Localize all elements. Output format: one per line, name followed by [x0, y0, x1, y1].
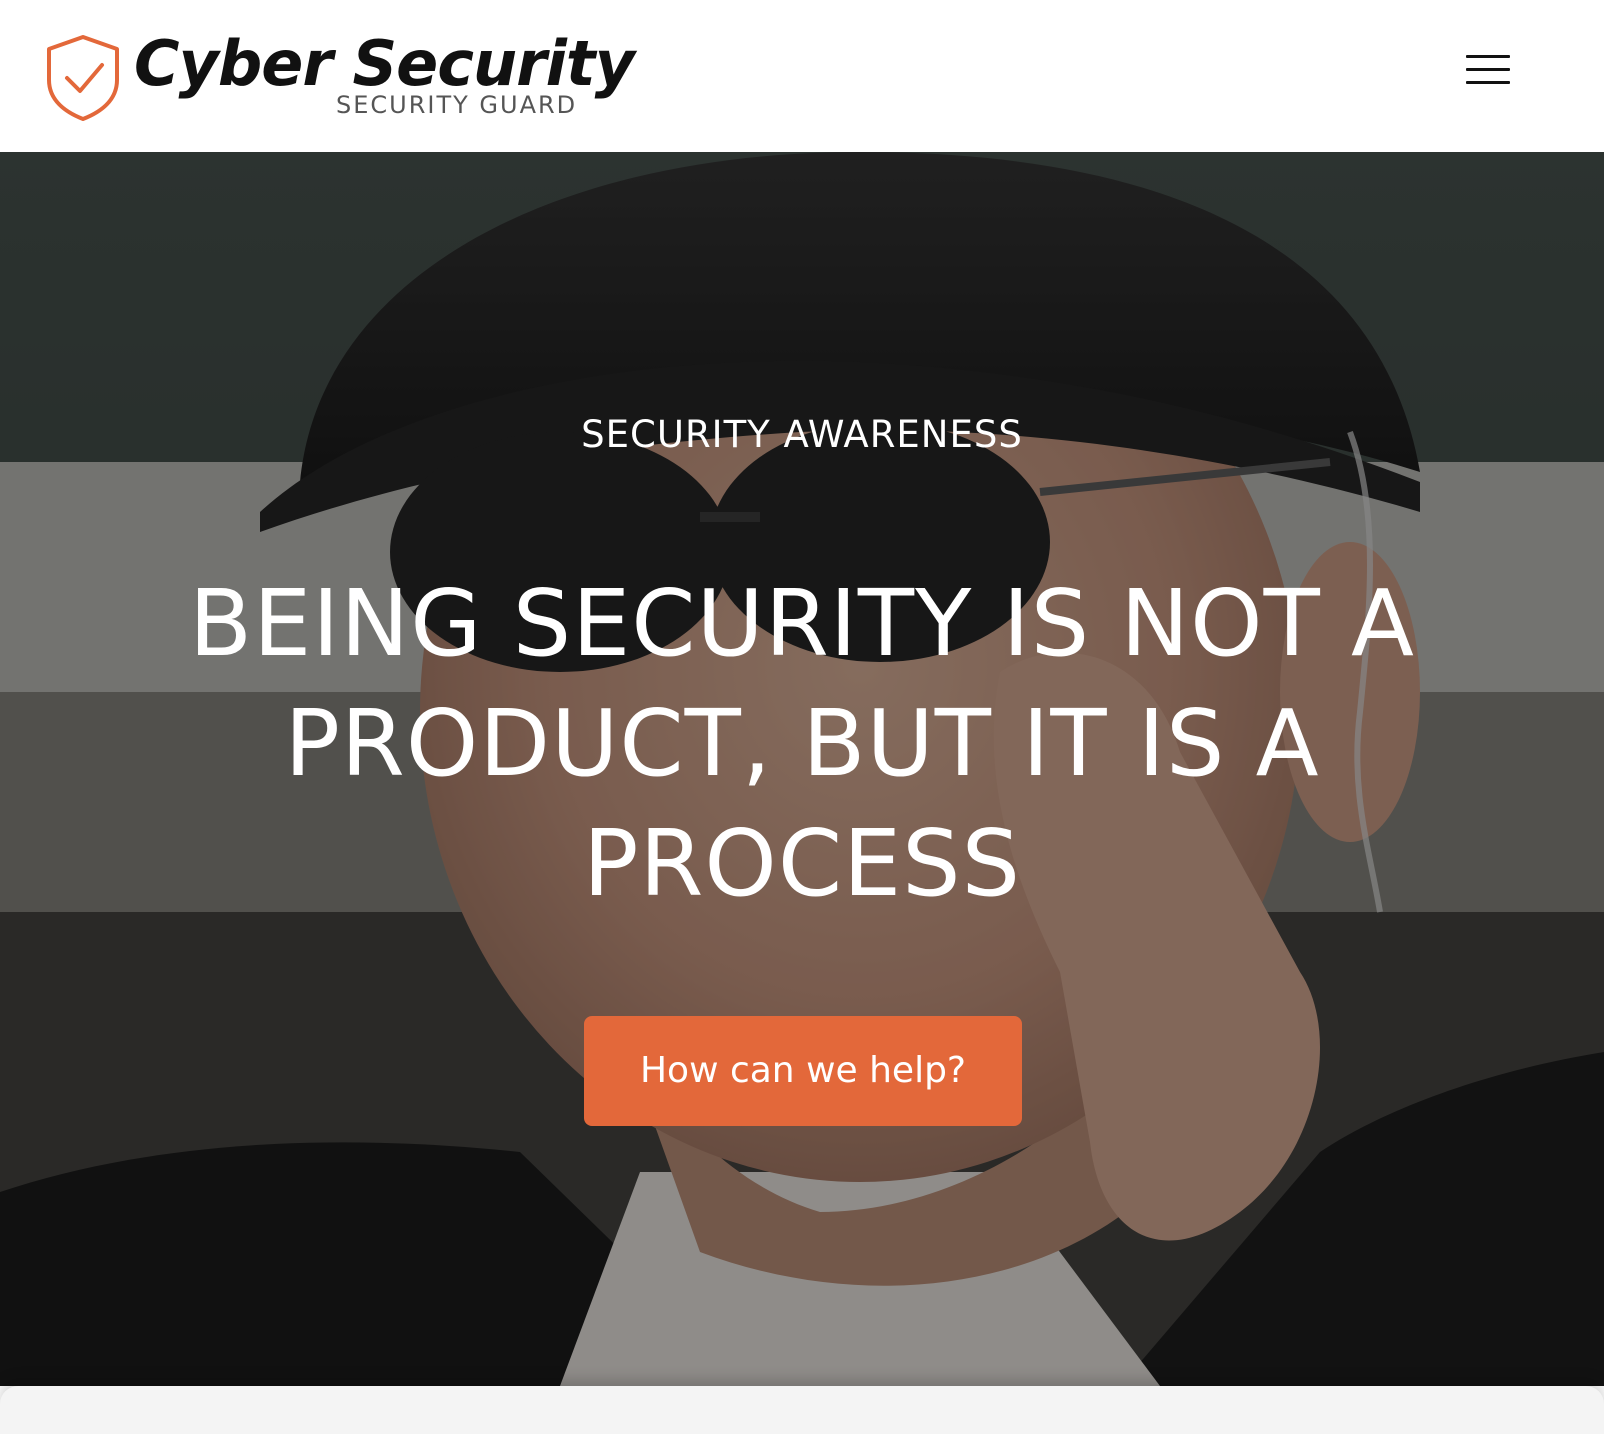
site-logo[interactable]: Cyber Security SECURITY GUARD [44, 27, 635, 122]
brand-subtitle: SECURITY GUARD [336, 91, 578, 119]
menu-line [1466, 68, 1510, 71]
hamburger-menu-icon[interactable] [1462, 50, 1512, 90]
hero-heading: BEING SECURITY IS NOT A PRODUCT, BUT IT … [189, 570, 1415, 917]
hero-eyebrow: SECURITY AWARENESS [581, 413, 1023, 456]
menu-line [1466, 55, 1510, 58]
hero-content: SECURITY AWARENESS BEING SECURITY IS NOT… [0, 152, 1604, 1386]
menu-line [1466, 81, 1510, 84]
bottom-sheet [0, 1386, 1604, 1434]
hero-section: SECURITY AWARENESS BEING SECURITY IS NOT… [0, 152, 1604, 1386]
how-can-we-help-button[interactable]: How can we help? [584, 1016, 1022, 1126]
shield-check-icon [47, 35, 119, 121]
site-header: Cyber Security SECURITY GUARD [0, 0, 1604, 152]
